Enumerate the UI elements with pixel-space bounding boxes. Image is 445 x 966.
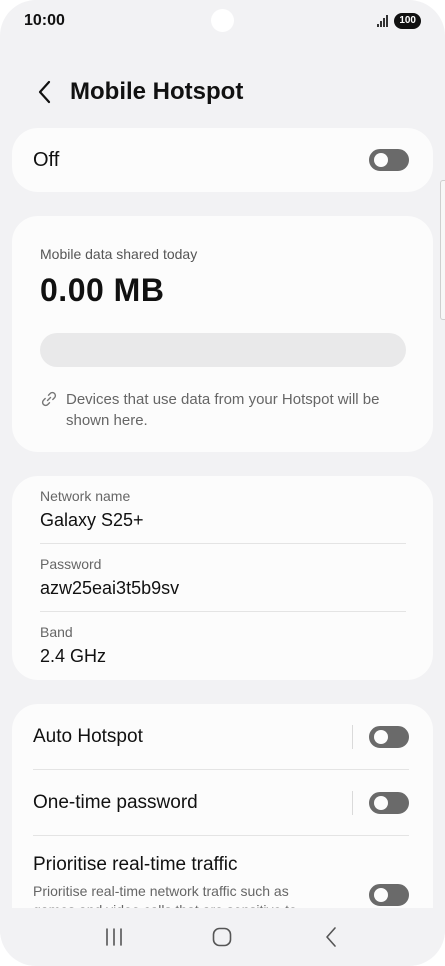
data-usage-note-text: Devices that use data from your Hotspot … bbox=[66, 391, 380, 429]
switch-knob bbox=[374, 153, 388, 167]
hotspot-status-label: Off bbox=[33, 148, 60, 171]
network-name-label: Network name bbox=[40, 488, 131, 504]
link-icon bbox=[41, 391, 57, 407]
band-label: Band bbox=[40, 624, 73, 640]
divider bbox=[352, 724, 353, 749]
chevron-left-icon bbox=[38, 80, 51, 104]
network-card: Network name Galaxy S25+ Password azw25e… bbox=[12, 476, 433, 680]
nav-back-button[interactable] bbox=[311, 917, 351, 957]
prioritise-traffic-switch[interactable] bbox=[369, 884, 409, 906]
one-time-password-switch[interactable] bbox=[369, 791, 409, 814]
switch-knob bbox=[374, 888, 388, 902]
password-value: azw25eai3t5b9sv bbox=[40, 578, 180, 598]
auto-hotspot-switch[interactable] bbox=[369, 725, 409, 748]
header: Mobile Hotspot bbox=[0, 70, 445, 114]
data-usage-value: 0.00 MB bbox=[40, 272, 165, 308]
band-value: 2.4 GHz bbox=[40, 646, 107, 666]
back-button[interactable] bbox=[22, 70, 68, 114]
back-icon bbox=[326, 927, 336, 947]
prioritise-traffic-label: Prioritise real-time traffic bbox=[33, 854, 238, 875]
scroll-handle[interactable] bbox=[440, 180, 445, 320]
data-usage-caption: Mobile data shared today bbox=[40, 246, 198, 262]
password-field[interactable]: Password azw25eai3t5b9sv bbox=[40, 544, 406, 612]
divider bbox=[352, 790, 353, 815]
auto-hotspot-label: Auto Hotspot bbox=[33, 725, 143, 747]
status-time: 10:00 bbox=[24, 12, 65, 29]
switch-knob bbox=[374, 795, 388, 810]
network-name-value: Galaxy S25+ bbox=[40, 510, 144, 530]
navigation-bar bbox=[0, 908, 445, 966]
camera-cutout bbox=[211, 9, 234, 32]
one-time-password-label: One-time password bbox=[33, 791, 198, 813]
hotspot-switch[interactable] bbox=[369, 149, 409, 171]
data-usage-note: Devices that use data from your Hotspot … bbox=[40, 389, 406, 431]
one-time-password-row[interactable]: One-time password bbox=[33, 770, 409, 836]
auto-hotspot-row[interactable]: Auto Hotspot bbox=[33, 704, 409, 770]
home-button[interactable] bbox=[202, 917, 242, 957]
home-icon bbox=[213, 927, 232, 947]
status-icons: 100 bbox=[377, 13, 421, 29]
battery-level: 100 bbox=[394, 13, 421, 29]
data-usage-bar bbox=[40, 333, 406, 367]
page-title: Mobile Hotspot bbox=[70, 78, 244, 105]
phone-screen: 10:00 100 Mobile Hotspot Off Mobile data… bbox=[0, 0, 445, 966]
data-usage-card: Mobile data shared today 0.00 MB Devices… bbox=[12, 216, 433, 452]
band-field[interactable]: Band 2.4 GHz bbox=[40, 612, 406, 680]
hotspot-toggle-row[interactable]: Off bbox=[12, 128, 433, 192]
recents-icon bbox=[106, 928, 122, 946]
network-name-field[interactable]: Network name Galaxy S25+ bbox=[40, 476, 406, 544]
password-label: Password bbox=[40, 556, 102, 572]
recents-button[interactable] bbox=[94, 917, 134, 957]
switch-knob bbox=[374, 729, 388, 744]
signal-icon bbox=[377, 15, 389, 27]
